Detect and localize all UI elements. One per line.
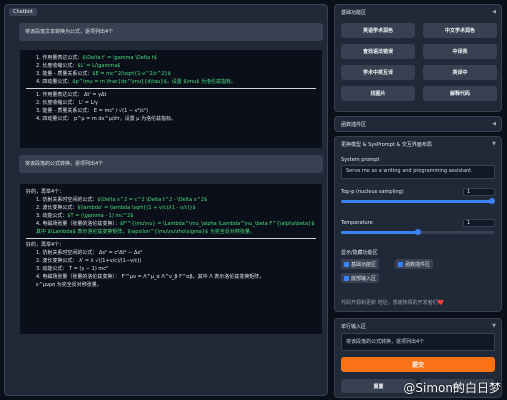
- function-button[interactable]: 查找语法错误: [341, 44, 415, 59]
- rendered-formula-line: 4. 电磁场张量（张量的洛伦兹变换）： F'^μν = Λ^μ_α Λ^ν_β …: [36, 274, 265, 280]
- top-p-value-input[interactable]: 1: [463, 188, 495, 196]
- slider-knob[interactable]: [488, 198, 495, 204]
- system-prompt-input[interactable]: Serve me as a writing and programming as…: [341, 165, 495, 179]
- checkbox-icon: [344, 275, 349, 281]
- user-message-text: 将该段落的公式转换，逐项列出4个: [25, 161, 104, 167]
- collapse-caret-icon[interactable]: ◀: [492, 121, 496, 127]
- bot-latex-source: 1. 作用量表达公式：$\Delta t' = \gamma \Delta t$…: [26, 54, 316, 86]
- function-button[interactable]: 中文学术润色: [423, 23, 497, 38]
- checkbox-basic-functions[interactable]: 基础功能区: [341, 259, 380, 269]
- latex-line: 3. 能量 - 质量关系公式：$E = mc^2/\sqrt{1-v^2/c^2…: [36, 71, 171, 77]
- temperature-slider[interactable]: [341, 229, 495, 235]
- submit-button[interactable]: 提交: [341, 357, 495, 372]
- bot-intro: 好的，再举4个：: [26, 242, 65, 248]
- user-message: 将该段落文本转换为公式，逐项列出4个: [19, 23, 323, 41]
- panel-title: 更换模型 & SysPrompt & 交互界面布局: [341, 142, 432, 148]
- function-button[interactable]: 英译中: [423, 65, 497, 80]
- rendered-formula-line: 4. 四动量公式： p^μ = m dx^μ/dτ，设置 μ 为洛伦兹指标。: [36, 116, 177, 122]
- function-button[interactable]: 找图片: [341, 86, 415, 101]
- collapse-caret-icon[interactable]: ▼: [492, 141, 496, 147]
- bot-rendered-formulas: 1. 仿射关系时空间的公式： Δs² = c²Δt² − Δx² 2. 波长变换公…: [26, 249, 316, 289]
- bot-tail: 其中 $\Lambda$ 表示洛伦兹变换矩阵，$\epsilon^{\mu\nu…: [36, 229, 255, 235]
- footer-text: 代码开源和更新 地址，感谢热情的开发者们❤️: [341, 300, 444, 306]
- collapse-caret-icon[interactable]: ◀: [492, 9, 496, 15]
- function-plugins-panel[interactable]: 函数插件区 ◀: [334, 116, 502, 132]
- settings-panel: 更换模型 & SysPrompt & 交互界面布局 ▼ System promp…: [334, 136, 502, 312]
- top-p-slider[interactable]: [341, 198, 495, 204]
- function-button[interactable]: 英语学术润色: [341, 23, 415, 38]
- bot-intro: 好的，再举4个：: [26, 189, 65, 195]
- basic-functions-panel: 基础功能区 ◀ 英语学术润色 中文学术润色 查找语法错误 中译英 学术中英互译 英译中 找图…: [334, 4, 502, 112]
- divider: [26, 88, 316, 89]
- function-button[interactable]: 学术中英互译: [341, 65, 415, 80]
- panel-title: 函数插件区: [341, 122, 367, 128]
- panel-title: 单行输入区: [341, 324, 367, 330]
- collapse-caret-icon[interactable]: ▼: [492, 323, 496, 329]
- panel-title: 基础功能区: [341, 10, 367, 16]
- checkbox-icon: [344, 261, 349, 267]
- latex-line: 2. 波长变换公式：$\lambda' = \lambda \sqrt{(1 +…: [36, 205, 196, 211]
- bot-message: 好的，再举4个： 1. 仿射关系时空间的公式：$\Delta s^2 = c^2…: [19, 183, 323, 335]
- chatbot-panel: Chatbot 将该段落文本转换为公式，逐项列出4个 1. 作用量表达公式：$\…: [4, 4, 328, 396]
- latex-line: 4. 四动量公式：$p^\mu = m \frac{dx^\mu}{d\tau}…: [36, 79, 237, 85]
- divider: [26, 238, 316, 239]
- user-message-text: 将该段落文本转换为公式，逐项列出4个: [25, 29, 114, 35]
- chat-input[interactable]: 将该段落的公式转换，逐项列出4个: [341, 333, 495, 351]
- rendered-formula-line: 2. 长度收缩公式： L' = L/γ: [36, 100, 98, 106]
- latex-line: 1. 仿射关系时空间的公式：$\Delta s^2 = c^2 \Delta t…: [36, 197, 208, 203]
- slider-knob[interactable]: [415, 229, 421, 235]
- checkbox-icon: [398, 261, 403, 267]
- checkbox-group-title: 显示/隐藏功能区: [341, 250, 378, 256]
- latex-line: 1. 作用量表达公式：$\Delta t' = \gamma \Delta t$: [36, 55, 157, 61]
- system-prompt-label: System prompt: [341, 157, 380, 163]
- rendered-formula-line: 1. 作用量表达公式： Δt' = γΔt: [36, 92, 107, 98]
- checkbox-function-plugins[interactable]: 函数插件区: [395, 259, 434, 269]
- latex-line: 4. 电磁场张量（张量的洛伦兹变换）：$F'^{\mu\nu} = \Lambd…: [36, 221, 315, 227]
- checkbox-bottom-input[interactable]: 底部输入区: [341, 273, 380, 283]
- latex-line: 2. 长度收缩公式：$L' = L/\gamma$: [36, 63, 121, 69]
- rendered-formula-line: 2. 波长变换公式： λ' = λ √((1+v/c)/(1−v/c)): [36, 258, 142, 264]
- rendered-formula-line: 3. 能量 - 质量关系公式： E = mc² / √(1 − v²/c²): [36, 108, 148, 114]
- watermark: @Simon的白日梦: [403, 381, 501, 395]
- bot-rendered-formulas: 1. 作用量表达公式： Δt' = γΔt 2. 长度收缩公式： L' = L/γ…: [26, 91, 316, 123]
- bot-latex-source: 1. 仿射关系时空间的公式：$\Delta s^2 = c^2 \Delta t…: [26, 196, 316, 228]
- function-button[interactable]: 解释代码: [423, 86, 497, 101]
- latex-line: 3. 动能公式：$T = (\gamma - 1) mc^2$: [36, 213, 134, 219]
- user-message: 将该段落的公式转换，逐项列出4个: [19, 155, 323, 173]
- top-p-label: Top-p (nucleus sampling): [341, 189, 404, 195]
- temperature-label: Temperature: [341, 220, 373, 226]
- rendered-formula-line: 1. 仿射关系时空间的公式： Δs² = c²Δt² − Δx²: [36, 250, 143, 256]
- bot-message: 1. 作用量表达公式：$\Delta t' = \gamma \Delta t$…: [19, 49, 323, 149]
- rendered-formula-line: ε^μνρσ 为完全反对称张量。: [36, 282, 102, 288]
- rendered-formula-line: 3. 动能公式： T = (γ − 1) mc²: [36, 266, 108, 272]
- chatbot-label: Chatbot: [9, 8, 37, 16]
- function-button[interactable]: 中译英: [423, 44, 497, 59]
- temperature-value-input[interactable]: 1: [463, 219, 495, 227]
